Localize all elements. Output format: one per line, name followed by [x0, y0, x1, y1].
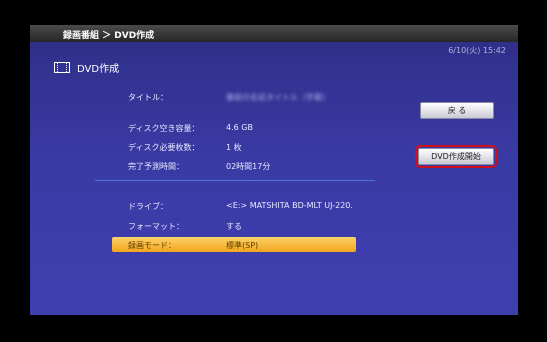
back-button[interactable]: 戻 る	[420, 102, 494, 119]
divider	[95, 180, 375, 181]
free-space-label: ディスク空き容量：	[128, 124, 200, 133]
drive-value[interactable]: <E:> MATSHITA BD-MLT UJ-220.	[226, 201, 353, 210]
recording-mode-label: 録画モード：	[128, 241, 176, 250]
recording-mode-value: 標準(SP)	[226, 241, 259, 250]
start-dvd-button[interactable]: DVD作成開始	[415, 145, 497, 168]
disc-count-label: ディスク必要枚数：	[128, 143, 200, 152]
clock: 6/10(火) 15:42	[448, 46, 506, 55]
disc-count-value: 1 枚	[226, 143, 242, 152]
recording-mode-row[interactable]: 録画モード： 標準(SP)	[112, 237, 356, 252]
screen: 録画番組 ＞ DVD作成 6/10(火) 15:42 DVD作成 タイトル： 番…	[30, 25, 518, 315]
film-icon	[54, 62, 70, 73]
breadcrumb-bar: 録画番組 ＞ DVD作成	[30, 25, 518, 42]
estimated-time-label: 完了予測時間：	[128, 162, 184, 171]
title-label: タイトル：	[128, 93, 168, 102]
breadcrumb: 録画番組 ＞ DVD作成	[63, 31, 155, 41]
page-title: DVD作成	[77, 64, 120, 75]
free-space-value: 4.6 GB	[226, 123, 253, 132]
format-label[interactable]: フォーマット：	[128, 221, 184, 232]
estimated-time-value: 02時間17分	[226, 162, 271, 171]
drive-label[interactable]: ドライブ：	[128, 201, 168, 212]
format-value[interactable]: する	[226, 221, 242, 232]
title-value: 番組の名前タイトル（字幕）	[226, 93, 330, 102]
